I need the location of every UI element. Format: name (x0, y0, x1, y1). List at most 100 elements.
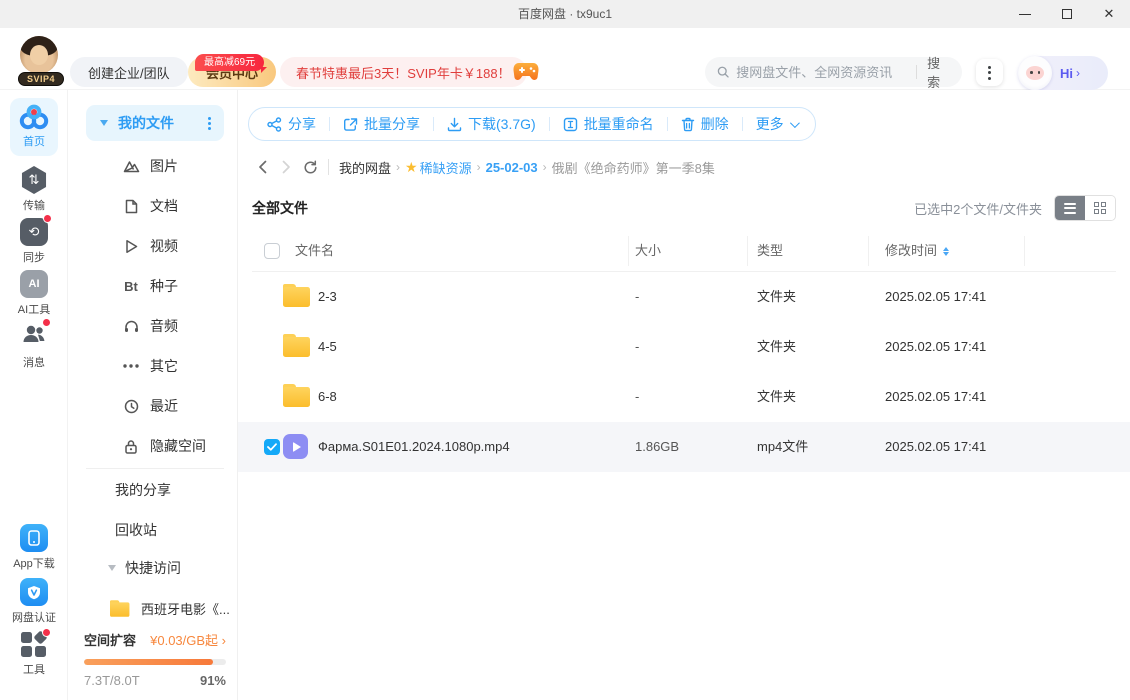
batch-rename-icon (563, 117, 578, 132)
storage-percent-label: 91% (200, 673, 226, 688)
column-type[interactable]: 类型 (757, 230, 783, 272)
sidebar-item-torrents[interactable]: Bt 种子 (68, 266, 238, 306)
column-modified[interactable]: 修改时间 (885, 230, 949, 272)
search-bar[interactable]: 搜索 (705, 57, 962, 87)
ai-assistant-button[interactable]: Hi › (1018, 56, 1108, 90)
column-separator (628, 236, 629, 266)
column-modified-label: 修改时间 (885, 243, 937, 258)
breadcrumb-date[interactable]: 25-02-03 (486, 160, 538, 175)
column-size[interactable]: 大小 (635, 230, 661, 272)
rail-item-messages[interactable]: 消息 (0, 322, 68, 370)
sidebar-item-videos[interactable]: 视频 (68, 226, 238, 266)
sidebar-item-recent[interactable]: 最近 (68, 386, 238, 426)
refresh-icon (303, 160, 318, 175)
svip-badge: SVIP4 (18, 72, 64, 86)
file-name[interactable]: Фарма.S01E01.2024.1080p.mp4 (318, 422, 510, 472)
batch-rename-button[interactable]: 批量重命名 (563, 114, 654, 134)
rail-item-tools[interactable]: 工具 (0, 630, 68, 677)
sidebar-item-hidden-space[interactable]: 隐藏空间 (68, 426, 238, 466)
lock-icon (122, 439, 140, 454)
quick-access-label: 快捷访问 (125, 558, 181, 578)
grid-view-button[interactable] (1085, 196, 1115, 220)
rail-label-transfer: 传输 (0, 197, 68, 213)
more-menu-icon[interactable] (976, 59, 1003, 86)
file-row-folder[interactable]: 4-5 - 文件夹 2025.02.05 17:41 (238, 322, 1130, 372)
rail-item-app-download[interactable]: App下载 (0, 524, 68, 571)
close-button[interactable]: ✕ (1088, 0, 1130, 28)
file-row-folder[interactable]: 2-3 - 文件夹 2025.02.05 17:41 (238, 272, 1130, 322)
batch-share-icon (343, 117, 358, 132)
file-row-folder[interactable]: 6-8 - 文件夹 2025.02.05 17:41 (238, 372, 1130, 422)
create-team-button[interactable]: 创建企业/团队 (70, 57, 188, 87)
rail-item-sync[interactable]: ⟲ 同步 (0, 218, 68, 265)
torrents-label: 种子 (150, 276, 178, 296)
rail-item-transfer[interactable]: ⇅ 传输 (0, 166, 68, 213)
sidebar-item-my-files[interactable]: 我的文件 (86, 105, 224, 141)
search-button[interactable]: 搜索 (927, 53, 950, 91)
rail-item-home[interactable]: 首页 (0, 98, 68, 156)
user-avatar[interactable]: SVIP4 (20, 36, 62, 86)
rail-label-sync: 同步 (0, 249, 68, 265)
batch-share-button[interactable]: 批量分享 (343, 114, 420, 134)
sidebar-item-quick-access[interactable]: 快捷访问 (108, 548, 181, 588)
share-label: 分享 (288, 114, 316, 134)
sidebar-item-others[interactable]: 其它 (68, 346, 238, 386)
breadcrumb-root[interactable]: 我的网盘 (339, 158, 391, 177)
toolbar-divider (549, 117, 550, 131)
search-input[interactable] (736, 65, 912, 80)
maximize-button[interactable] (1046, 0, 1088, 28)
action-toolbar: 分享 批量分享 下载(3.7G) 批量重命名 删除 (248, 107, 816, 141)
list-view-button[interactable] (1055, 196, 1085, 220)
sidebar-item-my-shares[interactable]: 我的分享 (115, 470, 171, 510)
game-center-icon[interactable] (512, 61, 540, 83)
delete-button[interactable]: 删除 (681, 114, 729, 134)
folder-icon (110, 600, 129, 617)
file-name[interactable]: 4-5 (318, 322, 337, 372)
storage-progress-bar (84, 659, 226, 665)
recent-label: 最近 (150, 396, 178, 416)
refresh-button[interactable] (298, 155, 322, 179)
quick-folder-label: 西班牙电影《... (141, 599, 230, 618)
sort-icon[interactable] (943, 247, 949, 257)
back-button[interactable] (250, 155, 274, 179)
breadcrumb-starred[interactable]: 稀缺资源 (420, 158, 472, 177)
quick-access-folder[interactable]: 西班牙电影《... (110, 588, 230, 628)
storage-price-link[interactable]: ¥0.03/GB起 › (150, 630, 226, 649)
rail-item-ai-tools[interactable]: AI AI工具 (0, 270, 68, 317)
select-all-checkbox[interactable] (264, 243, 280, 259)
file-modified: 2025.02.05 17:41 (885, 322, 986, 372)
more-button[interactable]: 更多 (756, 114, 797, 134)
netdisk-logo-icon (19, 104, 49, 130)
video-file-icon (283, 434, 308, 459)
my-files-label: 我的文件 (118, 113, 205, 133)
minimize-button[interactable] (1004, 0, 1046, 28)
file-row-selected[interactable]: Фарма.S01E01.2024.1080p.mp4 1.86GB mp4文件… (238, 422, 1130, 472)
file-modified: 2025.02.05 17:41 (885, 272, 986, 322)
collapse-triangle-icon (100, 120, 108, 126)
sidebar-item-recycle-bin[interactable]: 回收站 (115, 510, 157, 550)
file-name[interactable]: 2-3 (318, 272, 337, 322)
download-button[interactable]: 下载(3.7G) (447, 114, 536, 134)
sidebar-item-documents[interactable]: 文档 (68, 186, 238, 226)
torrent-icon: Bt (122, 279, 140, 294)
audio-label: 音频 (150, 316, 178, 336)
file-name[interactable]: 6-8 (318, 372, 337, 422)
row-checkbox-checked[interactable] (264, 439, 280, 455)
header: SVIP4 创建企业/团队 会员中心 最高减69元 春节特惠最后3天！SVIP年… (0, 28, 1130, 90)
my-files-menu-icon[interactable] (205, 114, 214, 133)
ai-assistant-label: Hi (1060, 66, 1073, 81)
promo-banner[interactable]: 春节特惠最后3天！SVIP年卡￥188！ (280, 57, 527, 87)
sidebar-item-pictures[interactable]: 图片 (68, 146, 238, 186)
file-type: 文件夹 (757, 272, 796, 322)
forward-button[interactable] (274, 155, 298, 179)
delete-label: 删除 (701, 114, 729, 134)
column-name[interactable]: 文件名 (295, 230, 334, 272)
share-button[interactable]: 分享 (267, 114, 316, 134)
sidebar-item-audio[interactable]: 音频 (68, 306, 238, 346)
star-icon: ★ (405, 159, 418, 176)
rail-item-verification[interactable]: 网盘认证 (0, 578, 68, 625)
app-window: 百度网盘 · tx9uc1 ✕ SVIP4 创建企业/团队 会员中心 最高减69… (0, 0, 1130, 700)
collapse-triangle-icon (108, 565, 116, 571)
transfer-icon: ⇅ (20, 166, 48, 194)
folder-icon (283, 284, 310, 307)
